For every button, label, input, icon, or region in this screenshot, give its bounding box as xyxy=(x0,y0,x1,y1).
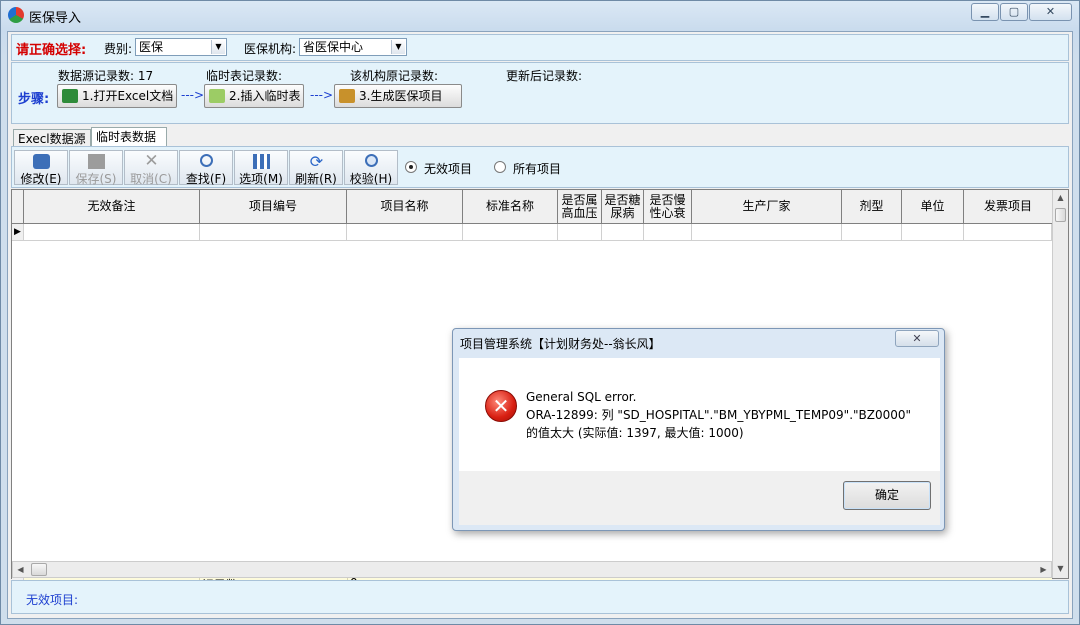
options-button[interactable]: 选项(M) xyxy=(234,150,288,186)
col-dosage-form[interactable]: 剂型 xyxy=(842,190,902,223)
find-icon xyxy=(200,154,213,167)
col-manufacturer[interactable]: 生产厂家 xyxy=(692,190,842,223)
hscroll-thumb[interactable] xyxy=(31,563,47,576)
excel-icon xyxy=(62,89,78,103)
error-icon: ✕ xyxy=(485,390,517,422)
toolbar: 修改(E) 保存(S) ✕ 取消(C) 查找(F) 选项(M) ⟳ 刷新(R) xyxy=(11,146,1069,188)
row-pointer-icon: ▶ xyxy=(12,224,24,241)
save-icon xyxy=(88,154,105,169)
dropdown-arrow-icon[interactable]: ▼ xyxy=(211,40,225,54)
col-unit[interactable]: 单位 xyxy=(902,190,964,223)
source-count-label: 数据源记录数: 17 xyxy=(58,69,154,83)
window-title: 医保导入 xyxy=(29,11,82,26)
minimize-button[interactable]: ▁ xyxy=(971,3,999,21)
steps-panel: 数据源记录数: 17 临时表记录数: 该机构原记录数: 更新后记录数: 步骤: … xyxy=(11,62,1069,124)
options-icon xyxy=(253,154,270,169)
error-line-3: 的值太大 (实际值: 1397, 最大值: 1000) xyxy=(526,426,744,440)
dropdown-arrow-icon[interactable]: ▼ xyxy=(391,40,405,54)
verify-label: 校验(H) xyxy=(349,172,393,186)
org-label: 医保机构: xyxy=(244,42,297,56)
col-item-name[interactable]: 项目名称 xyxy=(347,190,463,223)
scroll-right-icon[interactable]: ▶ xyxy=(1037,563,1050,576)
insert-temp-table-label: 2.插入临时表 xyxy=(229,89,301,103)
radio-invalid-label: 无效项目 xyxy=(424,162,473,176)
updated-count-label: 更新后记录数: xyxy=(506,69,583,83)
scroll-up-icon[interactable]: ▲ xyxy=(1054,191,1067,205)
main-window: 医保导入 ▁ ▢ ✕ 请正确选择: 费别: 医保 ▼ 医保机构: 省医保中心 ▼… xyxy=(0,0,1080,625)
steps-label: 步骤: xyxy=(18,92,50,107)
title-bar[interactable]: 医保导入 ▁ ▢ ✕ xyxy=(1,1,1079,29)
table-icon xyxy=(209,89,225,103)
horizontal-scrollbar[interactable]: ◀ ▶ xyxy=(12,561,1052,578)
fee-type-label: 费别: xyxy=(104,42,133,56)
fee-type-select[interactable]: 医保 ▼ xyxy=(135,38,227,56)
insert-temp-table-button[interactable]: 2.插入临时表 xyxy=(204,84,304,108)
edit-button[interactable]: 修改(E) xyxy=(14,150,68,186)
tab-temp-data[interactable]: 临时表数据 xyxy=(91,127,167,148)
table-row[interactable]: ▶ xyxy=(12,224,1052,241)
generate-items-label: 3.生成医保项目 xyxy=(359,89,443,103)
col-invalid-note[interactable]: 无效备注 xyxy=(24,190,200,223)
save-button[interactable]: 保存(S) xyxy=(69,150,123,186)
open-excel-button[interactable]: 1.打开Excel文档 xyxy=(57,84,177,108)
ok-button[interactable]: 确定 xyxy=(843,481,931,510)
col-heart-failure[interactable]: 是否慢性心衰 xyxy=(644,190,692,223)
edit-label: 修改(E) xyxy=(20,172,62,186)
generate-items-button[interactable]: 3.生成医保项目 xyxy=(334,84,462,108)
error-dialog: 项目管理系统【计划财务处--翁长风】 ✕ ✕ General SQL error… xyxy=(452,328,945,531)
maximize-button[interactable]: ▢ xyxy=(1000,3,1028,21)
refresh-button[interactable]: ⟳ 刷新(R) xyxy=(289,150,343,186)
verify-icon xyxy=(365,154,378,167)
error-line-1: General SQL error. xyxy=(526,390,637,404)
book-icon xyxy=(339,89,355,103)
options-label: 选项(M) xyxy=(239,172,283,186)
row-indicator-header xyxy=(12,190,24,223)
org-select[interactable]: 省医保中心 ▼ xyxy=(299,38,407,56)
open-excel-label: 1.打开Excel文档 xyxy=(82,89,174,103)
tab-bar: Execl数据源 临时表数据 xyxy=(11,127,311,148)
edit-icon xyxy=(33,154,50,169)
org-value: 省医保中心 xyxy=(303,40,364,54)
col-item-code[interactable]: 项目编号 xyxy=(200,190,347,223)
cancel-icon: ✕ xyxy=(144,151,159,171)
invalid-items-label: 无效项目: xyxy=(26,593,79,607)
app-logo-icon xyxy=(8,7,24,23)
scroll-thumb[interactable] xyxy=(1055,208,1066,222)
scroll-down-icon[interactable]: ▼ xyxy=(1054,562,1067,576)
temp-count-label: 临时表记录数: xyxy=(206,69,283,83)
radio-all-items[interactable] xyxy=(494,161,506,173)
radio-all-label: 所有项目 xyxy=(513,162,562,176)
dialog-footer: 确定 xyxy=(459,471,940,525)
cancel-label: 取消(C) xyxy=(130,172,172,186)
vertical-scrollbar[interactable]: ▲ ▼ xyxy=(1052,190,1068,578)
radio-invalid-items[interactable] xyxy=(405,161,417,173)
col-diabetes[interactable]: 是否糖尿病 xyxy=(602,190,644,223)
refresh-icon: ⟳ xyxy=(309,152,324,171)
step-arrow: ---> xyxy=(181,88,205,102)
selection-panel: 请正确选择: 费别: 医保 ▼ 医保机构: 省医保中心 ▼ xyxy=(11,34,1069,61)
org-count-label: 该机构原记录数: xyxy=(350,69,439,83)
verify-button[interactable]: 校验(H) xyxy=(344,150,398,186)
bottom-panel: 无效项目: xyxy=(11,580,1069,614)
error-line-2: ORA-12899: 列 "SD_HOSPITAL"."BM_YBYPML_TE… xyxy=(526,408,912,422)
col-invoice-item[interactable]: 发票项目 xyxy=(964,190,1052,223)
find-label: 查找(F) xyxy=(185,172,227,186)
selection-prompt: 请正确选择: xyxy=(16,43,87,58)
col-hypertension[interactable]: 是否属高血压 xyxy=(558,190,602,223)
find-button[interactable]: 查找(F) xyxy=(179,150,233,186)
step-arrow: ---> xyxy=(310,88,334,102)
close-button[interactable]: ✕ xyxy=(1029,3,1072,21)
cancel-button[interactable]: ✕ 取消(C) xyxy=(124,150,178,186)
col-standard-name[interactable]: 标准名称 xyxy=(463,190,558,223)
dialog-body: ✕ General SQL error. ORA-12899: 列 "SD_HO… xyxy=(459,358,940,471)
refresh-label: 刷新(R) xyxy=(295,172,337,186)
grid-header: 无效备注 项目编号 项目名称 标准名称 是否属高血压 是否糖尿病 是否慢性心衰 … xyxy=(12,190,1052,224)
dialog-title: 项目管理系统【计划财务处--翁长风】 xyxy=(460,337,661,351)
dialog-close-button[interactable]: ✕ xyxy=(895,330,939,347)
fee-type-value: 医保 xyxy=(139,40,164,54)
save-label: 保存(S) xyxy=(75,172,117,186)
scroll-left-icon[interactable]: ◀ xyxy=(14,563,27,576)
